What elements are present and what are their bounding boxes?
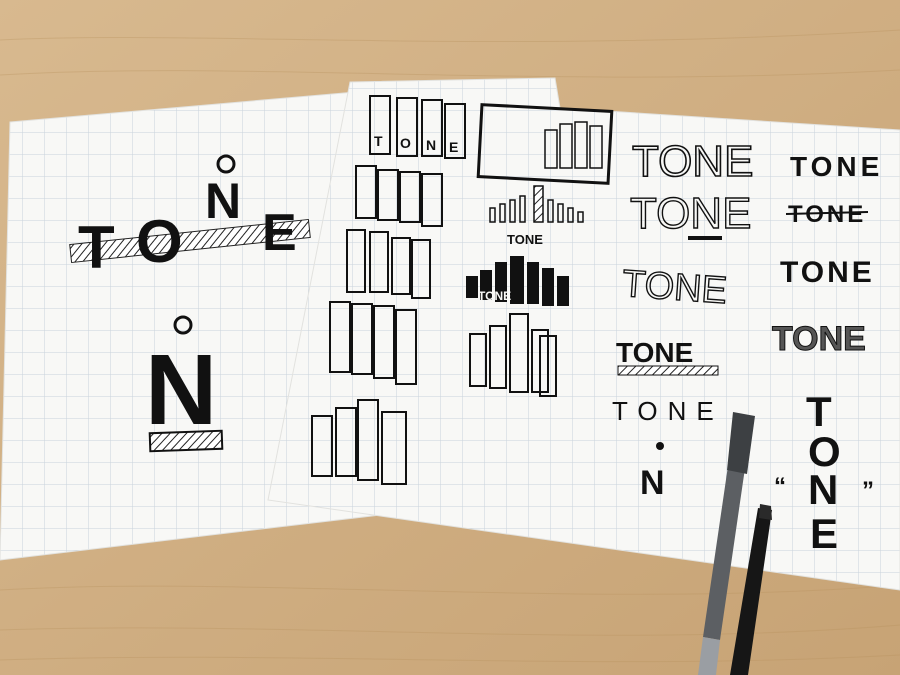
- wordmark-bold: TONE: [780, 256, 875, 289]
- wordmark-bold-underlined: TONE: [616, 337, 693, 368]
- letter-t: T: [78, 214, 115, 281]
- equalizer-solid-word: TONE: [478, 289, 511, 303]
- bar-letter-o: O: [400, 135, 411, 151]
- sheet-right: T O N E TONE TONE TONE TONE TONE TONE TO…: [267, 77, 900, 591]
- equalizer-word: TONE: [507, 232, 543, 247]
- vertical-letter-e: E: [810, 510, 838, 557]
- wordmark-underline: [688, 236, 722, 240]
- letter-n-mark: N: [145, 334, 217, 446]
- letter-o: O: [136, 208, 183, 275]
- quote-close: ”: [862, 477, 874, 504]
- wordmark-staggered: TONE: [621, 263, 729, 312]
- bar-letter-n: N: [426, 137, 436, 153]
- wordmark-hatched-underline: [617, 365, 719, 376]
- wordmark-spaced: TONE: [790, 151, 883, 182]
- quote-open: “: [774, 473, 786, 500]
- wordmark-light: TONE: [612, 396, 724, 426]
- vertical-letter-n: N: [808, 466, 838, 513]
- bar-letter-e: E: [449, 139, 458, 155]
- wordmark-outline-hatched: TONE: [632, 137, 753, 186]
- hatched-underline: [148, 429, 224, 453]
- n-mark-dot: [656, 442, 664, 450]
- bar-letter-t: T: [374, 133, 383, 149]
- n-mark-small: N: [640, 464, 665, 502]
- wordmark-3d: TONE: [772, 320, 866, 358]
- letter-n: N: [205, 173, 241, 229]
- n-logo-mark: N: [145, 315, 224, 453]
- photo-scene: T O N E N T O N E TONE TONE TONE TONE TO…: [0, 0, 900, 675]
- letter-e: E: [262, 204, 297, 262]
- wordmark-outline: TONE: [630, 189, 751, 238]
